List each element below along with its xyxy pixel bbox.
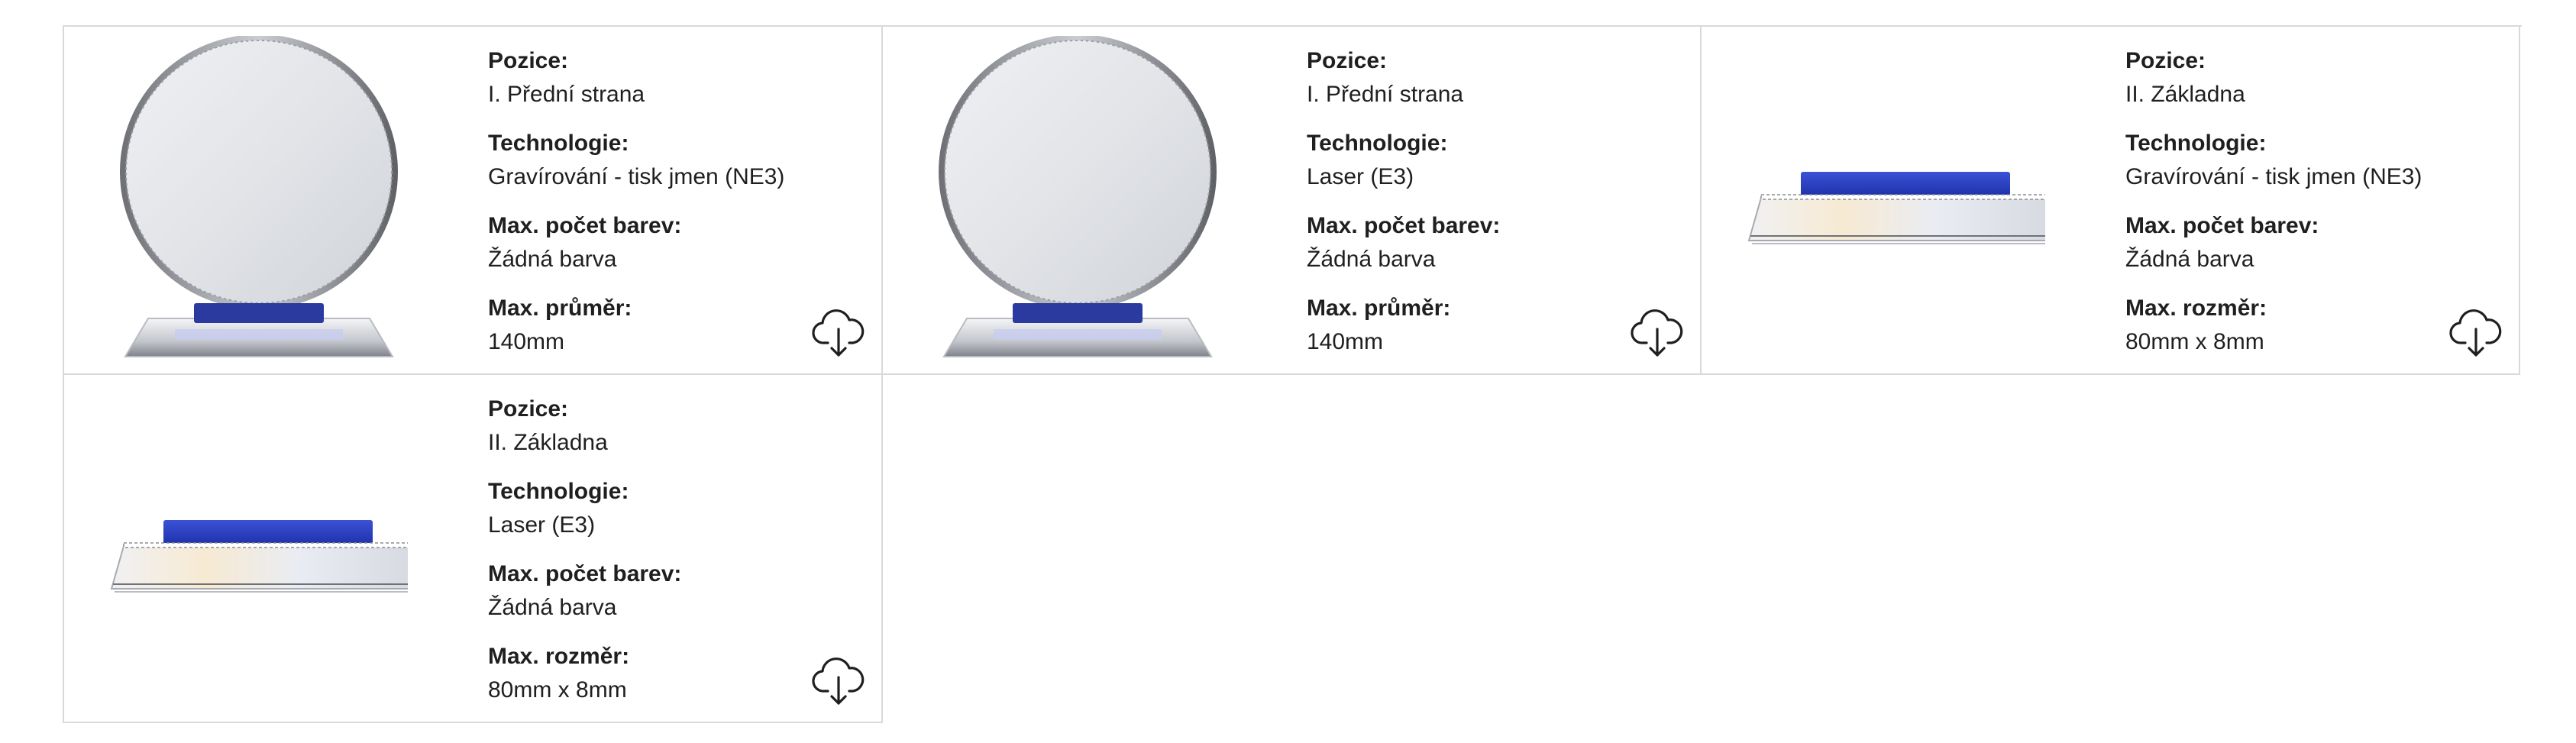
decoration-positions-grid: Pozice: I. Přední strana Technologie: Gr… bbox=[63, 25, 2522, 723]
position-label: Pozice: bbox=[488, 396, 569, 422]
technology-value: Laser (E3) bbox=[1307, 164, 1414, 189]
max-size-value: 80mm x 8mm bbox=[2125, 329, 2264, 354]
max-colors-value: Žádná barva bbox=[1307, 247, 1436, 272]
max-size-label: Max. rozměr: bbox=[2125, 296, 2267, 321]
max-colors-value: Žádná barva bbox=[488, 595, 617, 620]
position-value: II. Základna bbox=[488, 430, 608, 455]
technology-label: Technologie: bbox=[488, 479, 629, 504]
technology-label: Technologie: bbox=[2125, 131, 2267, 156]
product-image-award-base bbox=[1740, 36, 2045, 364]
position-card: Pozice: I. Přední strana Technologie: La… bbox=[883, 27, 1702, 375]
max-size-label: Max. průměr: bbox=[1307, 296, 1451, 321]
position-card: Pozice: II. Základna Technologie: Gravír… bbox=[1702, 27, 2520, 375]
cloud-download-icon[interactable] bbox=[811, 653, 866, 708]
position-details: Pozice: I. Přední strana Technologie: Gr… bbox=[488, 47, 847, 357]
position-details: Pozice: I. Přední strana Technologie: La… bbox=[1307, 47, 1666, 357]
technology-label: Technologie: bbox=[1307, 131, 1448, 156]
max-size-value: 140mm bbox=[488, 329, 565, 354]
position-label: Pozice: bbox=[488, 48, 569, 73]
max-colors-value: Žádná barva bbox=[488, 247, 617, 272]
position-value: I. Přední strana bbox=[1307, 82, 1464, 107]
max-colors-label: Max. počet barev: bbox=[2125, 213, 2319, 238]
max-colors-label: Max. počet barev: bbox=[488, 561, 682, 586]
max-size-value: 80mm x 8mm bbox=[488, 677, 627, 703]
max-size-label: Max. rozměr: bbox=[488, 644, 630, 669]
max-colors-label: Max. počet barev: bbox=[1307, 213, 1501, 238]
cloud-download-icon[interactable] bbox=[1630, 305, 1685, 360]
product-image-round-award bbox=[921, 36, 1227, 364]
position-value: II. Základna bbox=[2125, 82, 2245, 107]
position-card: Pozice: I. Přední strana Technologie: Gr… bbox=[64, 27, 883, 375]
max-size-label: Max. průměr: bbox=[488, 296, 632, 321]
technology-value: Gravírování - tisk jmen (NE3) bbox=[2125, 164, 2422, 189]
position-details: Pozice: II. Základna Technologie: Laser … bbox=[488, 395, 847, 705]
product-image-award-base bbox=[102, 384, 408, 712]
technology-label: Technologie: bbox=[488, 131, 629, 156]
max-colors-value: Žádná barva bbox=[2125, 247, 2254, 272]
max-size-value: 140mm bbox=[1307, 329, 1384, 354]
technology-value: Gravírování - tisk jmen (NE3) bbox=[488, 164, 785, 189]
position-label: Pozice: bbox=[1307, 48, 1388, 73]
cloud-download-icon[interactable] bbox=[811, 305, 866, 360]
cloud-download-icon[interactable] bbox=[2448, 305, 2503, 360]
position-label: Pozice: bbox=[2125, 48, 2206, 73]
position-details: Pozice: II. Základna Technologie: Gravír… bbox=[2125, 47, 2484, 357]
technology-value: Laser (E3) bbox=[488, 512, 596, 538]
position-value: I. Přední strana bbox=[488, 82, 645, 107]
product-image-round-award bbox=[102, 36, 408, 364]
position-card: Pozice: II. Základna Technologie: Laser … bbox=[64, 375, 883, 723]
max-colors-label: Max. počet barev: bbox=[488, 213, 682, 238]
